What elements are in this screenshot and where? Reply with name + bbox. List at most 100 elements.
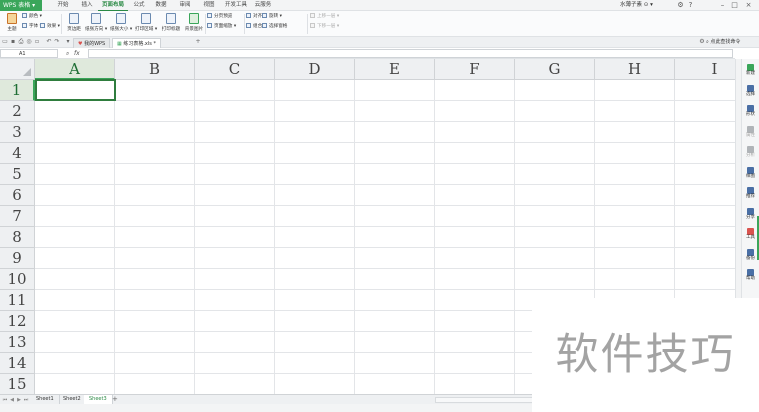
- select-all-corner[interactable]: [0, 59, 35, 80]
- sheet-tab-1[interactable]: Sheet1: [31, 395, 60, 404]
- row-header-6[interactable]: 6: [0, 185, 35, 206]
- row-header-5[interactable]: 5: [0, 164, 35, 185]
- row-header-8[interactable]: 8: [0, 227, 35, 248]
- row-header-15[interactable]: 15: [0, 374, 35, 394]
- row-header-3[interactable]: 3: [0, 122, 35, 143]
- column-header-c[interactable]: C: [195, 59, 275, 80]
- minimize-button[interactable]: –: [718, 1, 727, 10]
- row-header-7[interactable]: 7: [0, 206, 35, 227]
- column-header-f[interactable]: F: [435, 59, 515, 80]
- sidebar-item-new[interactable]: 新建: [742, 62, 759, 84]
- fonts-dropdown[interactable]: 字体 ▾: [22, 23, 42, 31]
- tab-review[interactable]: 审阅: [174, 0, 196, 11]
- open-folder-icon[interactable]: ▭: [1, 38, 9, 46]
- sheet-tab-2[interactable]: Sheet2: [58, 395, 87, 404]
- theme-button[interactable]: 主题: [1, 12, 23, 35]
- column-header-i[interactable]: I: [675, 59, 735, 80]
- margins-icon: [69, 13, 79, 24]
- doc-settings-icon[interactable]: ⚙: [698, 38, 706, 46]
- print-preview-icon[interactable]: ◎: [25, 38, 33, 46]
- selected-cell-a1[interactable]: [35, 79, 116, 101]
- ribbon-separator: [205, 14, 206, 34]
- zoom-search-icon[interactable]: ⌕: [66, 49, 69, 58]
- page-break-preview-button[interactable]: 分页预览: [207, 13, 232, 21]
- row-header-2[interactable]: 2: [0, 101, 35, 122]
- maximize-button[interactable]: □: [730, 1, 739, 10]
- prev-sheet-icon[interactable]: ◀: [9, 396, 15, 404]
- row-header-1[interactable]: 1: [0, 80, 35, 101]
- doc-tab-my-wps[interactable]: ♥ 我的WPS: [73, 38, 111, 48]
- grid-row-line: [35, 184, 735, 185]
- sidebar-item-label: 样图: [746, 173, 755, 179]
- paper-size-button[interactable]: 纸张大小 ▾: [110, 12, 132, 35]
- column-header-h[interactable]: H: [595, 59, 675, 80]
- sidebar-item-select[interactable]: 选择: [742, 83, 759, 105]
- row-header-13[interactable]: 13: [0, 332, 35, 353]
- name-box[interactable]: A1: [0, 49, 58, 58]
- print-area-button[interactable]: 打印区域 ▾: [135, 12, 157, 35]
- next-sheet-icon[interactable]: ▶: [16, 396, 22, 404]
- row-header-10[interactable]: 10: [0, 269, 35, 290]
- sidebar-item-recommend[interactable]: 推荐: [742, 185, 759, 207]
- close-button[interactable]: ×: [744, 1, 753, 10]
- send-backward-button[interactable]: 下移一层 ▾: [310, 23, 339, 31]
- effects-dropdown[interactable]: 效果 ▾: [40, 23, 60, 31]
- rotate-dropdown[interactable]: 旋转 ▾: [262, 13, 282, 21]
- column-header-a[interactable]: A: [35, 59, 115, 80]
- doc-tab-workbook[interactable]: ▦ 练习表格.xls *: [112, 38, 161, 48]
- wps-app-menu-button[interactable]: WPS 表格 ▾: [0, 0, 42, 11]
- tab-cloud[interactable]: 云服务: [252, 0, 274, 11]
- sidebar-item-analyze[interactable]: 分析: [742, 144, 759, 166]
- grid-column-line: [194, 80, 195, 394]
- print-titles-button[interactable]: 打印标题: [160, 12, 182, 35]
- sidebar-item-sample[interactable]: 样图: [742, 165, 759, 187]
- column-header-g[interactable]: G: [515, 59, 595, 80]
- background-image-button[interactable]: 背景图片: [183, 12, 205, 35]
- tab-page-layout[interactable]: 页面布局: [98, 0, 128, 11]
- tab-data[interactable]: 数据: [150, 0, 172, 11]
- row-header-9[interactable]: 9: [0, 248, 35, 269]
- bring-forward-button[interactable]: 上移一层 ▾: [310, 13, 339, 21]
- tab-home[interactable]: 开始: [52, 0, 74, 11]
- help-icon[interactable]: ?: [686, 1, 695, 10]
- selection-pane-button[interactable]: 选择窗格: [262, 23, 287, 31]
- add-sheet-button[interactable]: +: [112, 395, 118, 404]
- row-header-12[interactable]: 12: [0, 311, 35, 332]
- print-icon[interactable]: ⎙: [17, 38, 25, 46]
- sidebar-item-label: 帮助: [746, 276, 755, 281]
- sidebar-item-shape[interactable]: 形状: [742, 103, 759, 125]
- fx-icon[interactable]: fx: [74, 49, 80, 58]
- command-search[interactable]: ⌕ 点此查找命令: [706, 38, 740, 47]
- tab-view[interactable]: 视图: [198, 0, 220, 11]
- colors-dropdown[interactable]: 颜色 ▾: [22, 13, 42, 21]
- sheet-tab-3[interactable]: Sheet3: [84, 395, 113, 404]
- new-tab-button[interactable]: +: [194, 38, 202, 46]
- last-sheet-icon[interactable]: ⏭: [23, 396, 29, 404]
- column-header-b[interactable]: B: [115, 59, 195, 80]
- margins-button[interactable]: 页边距: [63, 12, 85, 35]
- sidebar-item-property[interactable]: 属性: [742, 124, 759, 146]
- undo-icon[interactable]: ↶: [45, 38, 53, 46]
- column-header-d[interactable]: D: [275, 59, 355, 80]
- user-account[interactable]: 水薄子素 ⊙ ▾: [620, 0, 653, 11]
- bring-forward-icon: [310, 13, 315, 18]
- tab-formulas[interactable]: 公式: [128, 0, 150, 11]
- tab-developer[interactable]: 开发工具: [221, 0, 251, 11]
- row-header-4[interactable]: 4: [0, 143, 35, 164]
- export-icon[interactable]: ▫: [33, 38, 41, 46]
- first-sheet-icon[interactable]: ⏮: [2, 396, 8, 404]
- formula-input[interactable]: [88, 49, 733, 58]
- row-header-14[interactable]: 14: [0, 353, 35, 374]
- grid-row-line: [35, 247, 735, 248]
- save-icon[interactable]: ▪: [9, 38, 17, 46]
- redo-icon[interactable]: ↷: [53, 38, 61, 46]
- sidebar-item-help[interactable]: 帮助: [742, 267, 759, 289]
- quick-access-dropdown-icon[interactable]: ▾: [64, 38, 72, 46]
- column-header-e[interactable]: E: [355, 59, 435, 80]
- orientation-button[interactable]: 纸张方向 ▾: [85, 12, 107, 35]
- page-zoom-dropdown[interactable]: 页面缩放 ▾: [207, 23, 236, 31]
- settings-icon[interactable]: ⚙: [676, 1, 685, 10]
- select-icon: [747, 84, 754, 92]
- tab-insert[interactable]: 插入: [76, 0, 98, 11]
- row-header-11[interactable]: 11: [0, 290, 35, 311]
